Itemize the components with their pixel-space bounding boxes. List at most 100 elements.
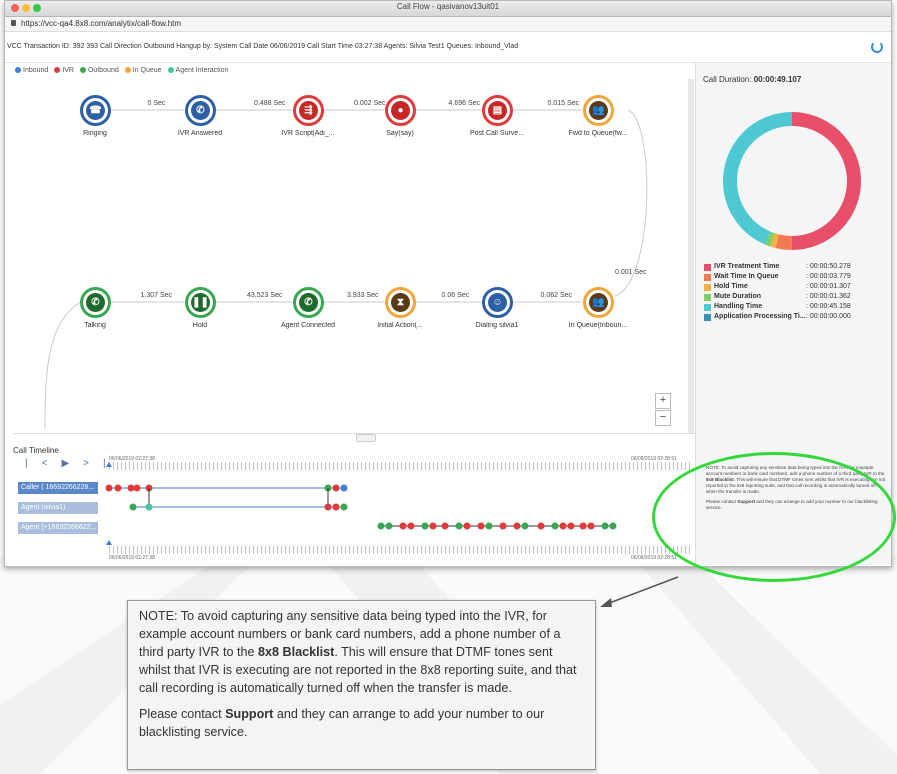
timeline-cursor[interactable]: [106, 462, 112, 467]
flow-node-label: IVR Script|Adi_...: [281, 130, 335, 137]
duration-breakdown: IVR Treatment Time: 00:00:50.278 Wait Tim…: [704, 263, 884, 323]
timeline-cursor[interactable]: [106, 540, 112, 545]
timeline-event[interactable]: [567, 522, 575, 530]
flow-node[interactable]: ▤: [482, 95, 513, 126]
flow-node[interactable]: ✆: [80, 287, 111, 318]
timeline-event[interactable]: [485, 522, 493, 530]
timeline-event[interactable]: [579, 522, 587, 530]
timeline-event[interactable]: [133, 484, 141, 492]
zoom-in-button[interactable]: +: [655, 393, 671, 409]
timeline-event[interactable]: [324, 503, 332, 511]
timeline-event[interactable]: [587, 522, 595, 530]
timeline-event[interactable]: [559, 522, 567, 530]
flow-node[interactable]: ●: [385, 95, 416, 126]
stat-label: Hold Time: [714, 283, 748, 290]
timeline-event[interactable]: [429, 522, 437, 530]
phone-icon: ☎: [86, 101, 105, 120]
stat-value: : 00:00:50.278: [806, 263, 851, 270]
timeline-event[interactable]: [114, 484, 122, 492]
flow-edge-duration: 43.523 Sec: [247, 292, 283, 299]
flow-node-label: Post Call Surve...: [469, 130, 525, 137]
stat-color-swatch: [704, 274, 711, 281]
people-icon: 👥: [589, 293, 608, 312]
flow-node[interactable]: ⧗: [385, 287, 416, 318]
flow-node-label: IVR Answered: [177, 130, 223, 137]
timeline-event[interactable]: [145, 503, 153, 511]
timeline-event[interactable]: [455, 522, 463, 530]
timeline-event[interactable]: [521, 522, 529, 530]
flow-edge-duration: 0.06 Sec: [441, 292, 470, 299]
flow-node-label: Ringing: [83, 130, 107, 137]
timeline-event[interactable]: [385, 522, 393, 530]
timeline-event[interactable]: [399, 522, 407, 530]
legend-swatch: [15, 67, 21, 73]
timeline-event[interactable]: [407, 522, 415, 530]
stat-label: Application Processing Ti...: [714, 313, 806, 320]
flow-node-label: Hold: [192, 322, 208, 329]
flow-node[interactable]: ⇶: [293, 95, 324, 126]
timeline-event[interactable]: [127, 484, 135, 492]
zoom-out-button[interactable]: −: [655, 410, 671, 426]
timeline-event[interactable]: [609, 522, 617, 530]
legend-item: IVR: [54, 67, 74, 74]
flow-node[interactable]: ✆: [185, 95, 216, 126]
legend-item: Agent Interaction: [167, 67, 228, 74]
timeline-event[interactable]: [513, 522, 521, 530]
call-duration-label: Call Duration:: [703, 75, 752, 84]
timeline-event[interactable]: [601, 522, 609, 530]
stat-label: IVR Treatment Time: [714, 263, 780, 270]
timeline-start-time-bottom: 06/06/2019 02:27:38: [109, 555, 155, 561]
call-duration: Call Duration: 00:00:49.107: [703, 75, 801, 84]
note-paragraph-2: Please contact Support and they can arra…: [139, 707, 545, 739]
duration-stat-row: Handling Time: 00:00:45.158: [704, 303, 884, 313]
stat-color-swatch: [704, 304, 711, 311]
stat-label: Handling Time: [714, 303, 763, 310]
timeline-event[interactable]: [499, 522, 507, 530]
timeline-event[interactable]: [463, 522, 471, 530]
flow-node[interactable]: ☺: [482, 287, 513, 318]
duration-donut-chart: [723, 112, 861, 250]
address-bar[interactable]: https://vcc-qa4.8x8.com/analytix/call-fl…: [5, 17, 891, 32]
flow-edge-duration: 4.696 Sec: [448, 100, 481, 107]
blacklist-link: 8x8 Blacklist: [258, 645, 335, 659]
refresh-icon[interactable]: [871, 41, 883, 53]
legend-item: In Queue: [124, 67, 162, 74]
flow-node-label: Talking: [84, 322, 106, 329]
flow-edge-duration: 0.002 Sec: [354, 100, 386, 107]
legend-label: Outbound: [87, 67, 119, 74]
timeline-event[interactable]: [340, 484, 348, 492]
flow-node[interactable]: ☎: [80, 95, 111, 126]
legend-item: Outbound: [79, 67, 119, 74]
timeline-event[interactable]: [421, 522, 429, 530]
timeline-event[interactable]: [105, 484, 113, 492]
timeline-event[interactable]: [332, 484, 340, 492]
call-timeline: Call Timeline |<▶>| 06/06/2019 02:27:38 …: [13, 433, 697, 566]
phone-ring-icon: ✆: [86, 293, 105, 312]
flow-node[interactable]: ✆: [293, 287, 324, 318]
lock-icon: [11, 20, 16, 26]
flow-scrollbar[interactable]: [688, 79, 694, 434]
flow-node[interactable]: 👥: [583, 95, 614, 126]
flow-node-label: In Queue(Inboun...: [568, 322, 628, 329]
url-text[interactable]: https://vcc-qa4.8x8.com/analytix/call-fl…: [21, 19, 181, 28]
flow-edge-duration: 0.488 Sec: [254, 100, 286, 107]
highlight-ellipse: [652, 452, 896, 582]
stat-color-swatch: [704, 264, 711, 271]
call-info-bar: VCC Transaction ID: 392 393 Call Directi…: [5, 32, 891, 63]
timeline-event[interactable]: [129, 503, 137, 511]
legend-item: Inbound: [15, 67, 48, 74]
timeline-event[interactable]: [441, 522, 449, 530]
timeline-event[interactable]: [377, 522, 385, 530]
window-title: Call Flow - qasivanov13uit01: [396, 2, 500, 11]
stat-value: : 00:00:01.307: [806, 283, 851, 290]
timeline-event[interactable]: [551, 522, 559, 530]
stat-color-swatch: [704, 314, 711, 321]
timeline-event[interactable]: [537, 522, 545, 530]
flow-node[interactable]: 👥: [583, 287, 614, 318]
timeline-event[interactable]: [340, 503, 348, 511]
legend-swatch: [124, 67, 131, 73]
flow-legend: Inbound IVR Outbound In Queue Agent Interact…: [15, 67, 234, 74]
flow-node[interactable]: ❚❚: [185, 287, 216, 318]
timeline-event[interactable]: [477, 522, 485, 530]
timeline-event[interactable]: [332, 503, 340, 511]
